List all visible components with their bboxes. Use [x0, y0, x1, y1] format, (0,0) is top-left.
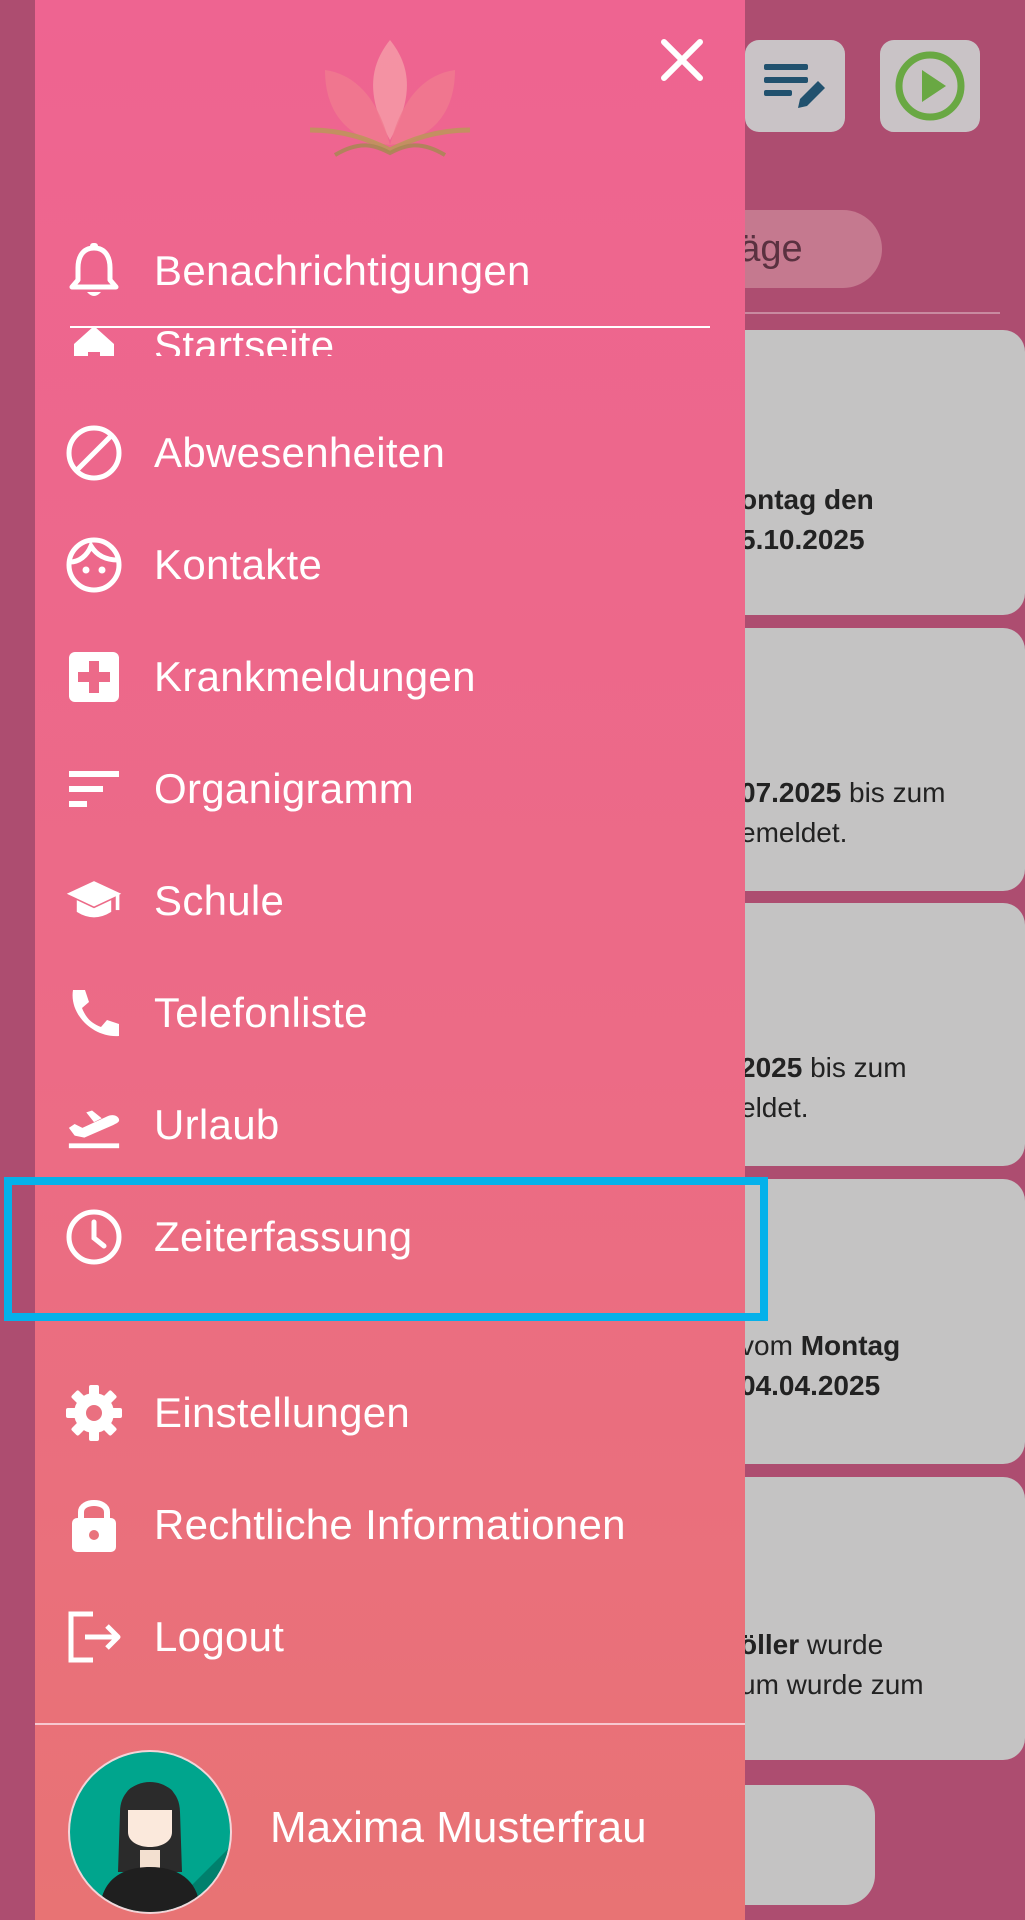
menu-label: Startseite: [154, 328, 335, 356]
lock-icon: [65, 1496, 123, 1554]
menu-item-settings[interactable]: Einstellungen: [35, 1373, 745, 1453]
card-text: wurde: [799, 1629, 884, 1660]
card-text-bold: 04.04.2025: [740, 1370, 881, 1401]
menu-label: Abwesenheiten: [154, 429, 446, 476]
card-text: vom: [740, 1330, 801, 1361]
menu-item-contacts[interactable]: Kontakte: [35, 525, 745, 605]
menu-item-notifications[interactable]: Benachrichtigungen: [35, 231, 745, 311]
card-text: emeldet.: [740, 817, 848, 848]
divider: [35, 1723, 745, 1725]
menu-item-sick-reports[interactable]: Krankmeldungen: [35, 637, 745, 717]
menu-label: Kontakte: [154, 541, 323, 588]
gear-icon: [65, 1384, 123, 1442]
menu-item-school[interactable]: Schule: [35, 861, 745, 941]
medical-cross-icon: [65, 648, 123, 706]
user-avatar-icon: [100, 1782, 230, 1912]
card-text-bold: 2025: [740, 1052, 803, 1083]
menu-label: Schule: [154, 877, 285, 924]
graduation-cap-icon: [65, 872, 123, 930]
card-text-line: 2025 bis zum: [740, 1048, 1025, 1088]
menu-label: Rechtliche Informationen: [154, 1501, 626, 1548]
card-text-bold: 5.10.2025: [740, 524, 865, 555]
menu-item-phone-list[interactable]: Telefonliste: [35, 973, 745, 1053]
menu-item-logout[interactable]: Logout: [35, 1597, 745, 1677]
start-timer-button[interactable]: [880, 40, 980, 132]
menu-label: Zeiterfassung: [154, 1213, 413, 1260]
menu-label: Einstellungen: [154, 1389, 411, 1436]
menu-label: Benachrichtigungen: [154, 247, 531, 294]
menu-label: Logout: [154, 1613, 285, 1660]
clock-icon: [65, 1208, 123, 1266]
card-text: um wurde zum: [740, 1669, 924, 1700]
card-text-line: eldet.: [740, 1088, 1025, 1128]
card-text-line: 07.2025 bis zum: [740, 773, 1025, 813]
sort-lines-icon: [65, 760, 123, 818]
logout-icon: [65, 1608, 123, 1666]
card-text-line: vom Montag: [740, 1326, 1025, 1366]
navigation-drawer: Benachrichtigungen Startseite Abwesenhei…: [35, 0, 745, 1920]
card-text-bold: 07.2025: [740, 777, 842, 808]
menu-item-absences[interactable]: Abwesenheiten: [35, 413, 745, 493]
menu-item-legal[interactable]: Rechtliche Informationen: [35, 1485, 745, 1565]
menu-label: Urlaub: [154, 1101, 280, 1148]
card-text-line: öller wurde: [740, 1625, 1025, 1665]
close-button[interactable]: [652, 30, 712, 90]
menu-item-home[interactable]: Startseite: [35, 328, 745, 356]
card-text-bold: öller: [740, 1629, 800, 1660]
block-icon: [65, 424, 123, 482]
divider: [700, 312, 1000, 314]
user-name: Maxima Musterfrau: [270, 1803, 647, 1852]
card-text-line: ontag den: [740, 480, 1025, 520]
card-text-bold: Montag: [800, 1330, 901, 1361]
menu-label: Telefonliste: [154, 989, 368, 1036]
menu-item-vacation[interactable]: Urlaub: [35, 1085, 745, 1165]
face-icon: [65, 536, 123, 594]
edit-notes-button[interactable]: [745, 40, 845, 132]
menu-item-org-chart[interactable]: Organigramm: [35, 749, 745, 829]
card-text: bis zum: [841, 777, 946, 808]
close-icon: [661, 39, 703, 81]
phone-icon: [65, 984, 123, 1042]
menu-label: Krankmeldungen: [154, 653, 476, 700]
scroll-clip: Startseite: [35, 328, 745, 356]
card-text-line: 04.04.2025: [740, 1366, 1025, 1406]
card-text-line: 5.10.2025: [740, 520, 1025, 560]
card-text-bold: ontag den: [740, 484, 874, 515]
menu-label: Organigramm: [154, 765, 415, 812]
play-circle-icon: [895, 51, 965, 121]
card-text-line: um wurde zum: [740, 1665, 1025, 1705]
avatar[interactable]: [70, 1752, 230, 1912]
flight-takeoff-icon: [65, 1096, 123, 1154]
edit-notes-icon: [764, 64, 825, 108]
card-text: eldet.: [740, 1092, 809, 1123]
bell-icon: [65, 242, 123, 300]
home-icon: [65, 328, 123, 356]
card-text-line: emeldet.: [740, 813, 1025, 853]
lotus-logo: [309, 40, 471, 157]
card-text: bis zum: [802, 1052, 907, 1083]
menu-item-time-tracking[interactable]: Zeiterfassung: [35, 1197, 745, 1277]
